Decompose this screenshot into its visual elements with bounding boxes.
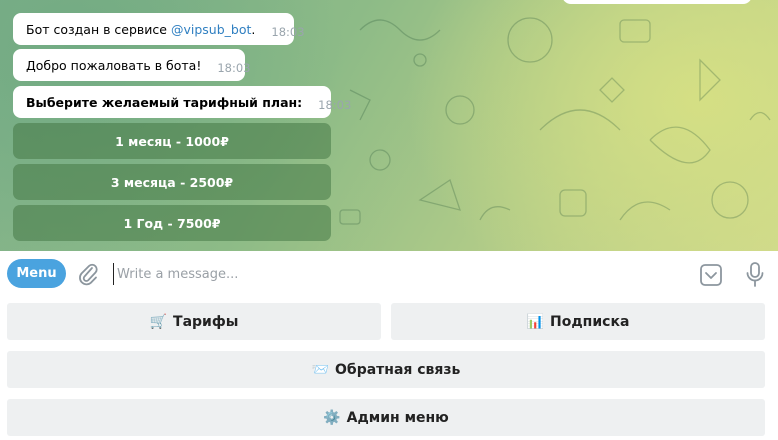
message-text: Бот создан в сервисе @vipsub_bot. [26, 21, 256, 37]
message-text: Добро пожаловать в бота! [26, 57, 202, 73]
gear-icon: ⚙️ [323, 409, 341, 426]
microphone-icon[interactable] [745, 261, 765, 288]
inline-button-plan-1-month[interactable]: 1 месяц - 1000₽ [13, 123, 331, 159]
paperclip-icon[interactable] [76, 261, 100, 287]
reply-button-subscription[interactable]: 📊 Подписка [391, 303, 765, 340]
message-composer: Menu [0, 251, 778, 297]
cart-icon: 🛒 [149, 313, 168, 330]
bot-message-created: Бот создан в сервисе @vipsub_bot. 18:03 [13, 13, 305, 45]
bot-message-welcome: Добро пожаловать в бота! 18:03 [13, 49, 251, 81]
bot-message-choose-plan: Выберите желаемый тарифный план: 18:03 [13, 86, 351, 118]
message-time: 18:03 [318, 98, 352, 112]
reply-button-admin-menu[interactable]: ⚙️ Админ меню [7, 399, 765, 436]
bar-chart-icon: 📊 [526, 313, 545, 330]
reply-button-label: Тарифы [173, 313, 239, 330]
reply-button-tariffs[interactable]: 🛒 Тарифы [7, 303, 381, 340]
bot-keyboard-toggle-icon[interactable] [699, 263, 723, 287]
reply-button-label: Обратная связь [335, 361, 461, 378]
inline-button-plan-3-months[interactable]: 3 месяца - 2500₽ [13, 164, 331, 200]
message-time: 18:03 [271, 25, 305, 39]
menu-button[interactable]: Menu [7, 259, 66, 288]
telegram-chat-window: Бот создан в сервисе @vipsub_bot. 18:03 … [0, 0, 778, 440]
reply-button-label: Админ меню [346, 409, 449, 426]
incoming-envelope-icon: 📨 [311, 361, 330, 378]
inline-button-plan-1-year[interactable]: 1 Год - 7500₽ [13, 205, 331, 241]
message-time: 18:03 [217, 61, 251, 75]
chat-area[interactable]: Бот создан в сервисе @vipsub_bot. 18:03 … [0, 0, 778, 251]
previous-message-bubble [562, 0, 752, 4]
reply-button-label: Подписка [550, 313, 630, 330]
message-text: Выберите желаемый тарифный план: [26, 94, 303, 110]
bot-mention-link[interactable]: @vipsub_bot [171, 22, 251, 37]
reply-button-feedback[interactable]: 📨 Обратная связь [7, 351, 765, 388]
reply-keyboard: 🛒 Тарифы 📊 Подписка 📨 Обратная связь ⚙️ … [0, 297, 778, 440]
message-input[interactable] [113, 263, 677, 285]
